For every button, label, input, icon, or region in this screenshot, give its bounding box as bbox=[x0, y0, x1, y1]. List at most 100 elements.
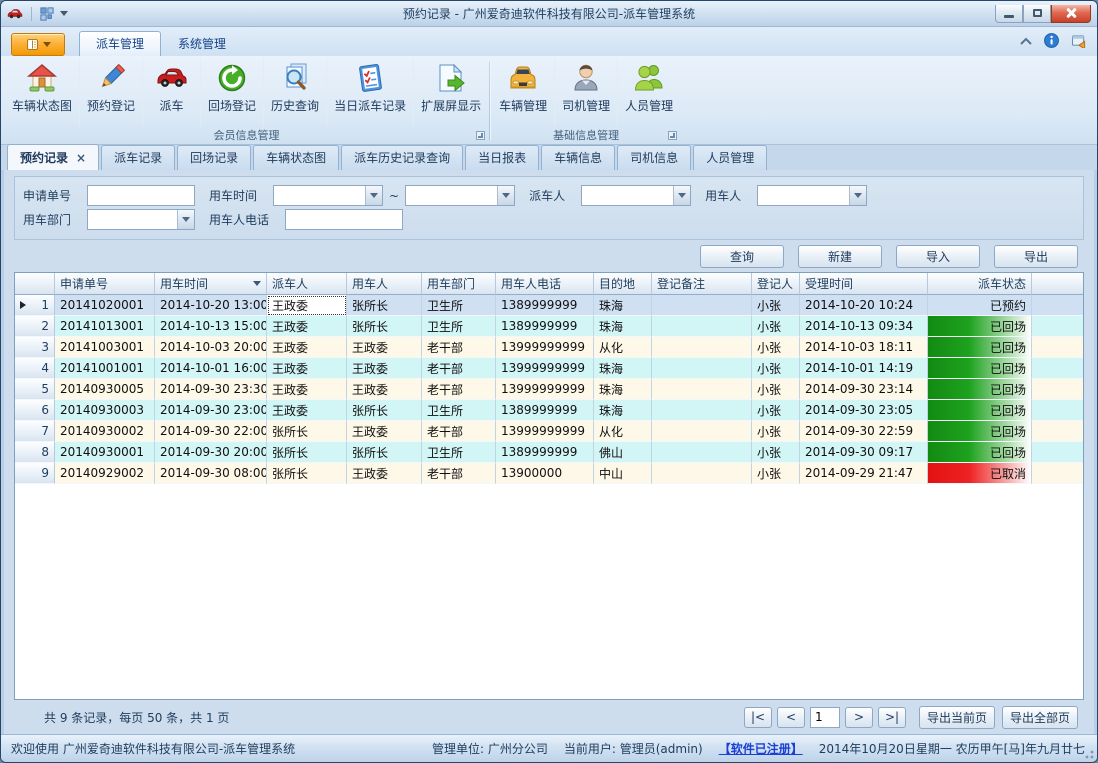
last-page-button[interactable]: >| bbox=[878, 707, 906, 728]
row-number-cell[interactable]: 3 bbox=[15, 337, 55, 358]
column-header-dept[interactable]: 用车部门 bbox=[422, 273, 496, 295]
table-cell-apply_no[interactable]: 20140930005 bbox=[55, 379, 155, 400]
tab-vehicle-status-map[interactable]: 车辆状态图 bbox=[253, 145, 339, 170]
use-time-to-combo[interactable] bbox=[405, 185, 515, 206]
dispatcher-combo[interactable] bbox=[581, 185, 691, 206]
row-number-cell[interactable]: 6 bbox=[15, 400, 55, 421]
vehicle-management-button[interactable]: 车辆管理 bbox=[492, 58, 555, 126]
table-cell-user[interactable]: 张所长 bbox=[347, 295, 422, 316]
table-cell-status[interactable]: 已回场 bbox=[928, 316, 1032, 337]
table-cell-registrar[interactable]: 小张 bbox=[752, 442, 800, 463]
table-cell-user[interactable]: 张所长 bbox=[347, 400, 422, 421]
table-cell-dispatcher[interactable]: 王政委 bbox=[267, 379, 347, 400]
table-cell-apply_no[interactable]: 20141013001 bbox=[55, 316, 155, 337]
table-cell-dest[interactable]: 珠海 bbox=[594, 295, 652, 316]
column-header-remark[interactable]: 登记备注 bbox=[652, 273, 752, 295]
vehicle-status-map-button[interactable]: 车辆状态图 bbox=[5, 58, 80, 126]
combo-button[interactable] bbox=[497, 186, 514, 205]
row-number-cell[interactable]: 9 bbox=[15, 463, 55, 484]
combo-button[interactable] bbox=[365, 186, 382, 205]
table-cell-phone[interactable]: 13999999999 bbox=[496, 421, 594, 442]
column-header-registrar[interactable]: 登记人 bbox=[752, 273, 800, 295]
table-cell-use_time[interactable]: 2014-09-30 20:00 bbox=[155, 442, 267, 463]
phone-input[interactable] bbox=[285, 209, 403, 230]
ribbon-tab-dispatch-management[interactable]: 派车管理 bbox=[79, 31, 161, 56]
table-cell-dest[interactable]: 珠海 bbox=[594, 400, 652, 421]
table-cell-apply_no[interactable]: 20140929002 bbox=[55, 463, 155, 484]
table-cell-use_time[interactable]: 2014-10-20 13:00 bbox=[155, 295, 267, 316]
table-cell-dispatcher[interactable]: 王政委 bbox=[267, 400, 347, 421]
combo-button[interactable] bbox=[177, 210, 194, 229]
table-cell-remark[interactable] bbox=[652, 463, 752, 484]
ribbon-tab-system-management[interactable]: 系统管理 bbox=[161, 31, 243, 56]
maximize-button[interactable] bbox=[1023, 5, 1051, 23]
table-cell-use_time[interactable]: 2014-10-03 20:00 bbox=[155, 337, 267, 358]
license-link[interactable]: 【软件已注册】 bbox=[719, 740, 803, 757]
table-cell-accept_time[interactable]: 2014-09-29 21:47 bbox=[800, 463, 928, 484]
minimize-button[interactable] bbox=[995, 5, 1023, 23]
column-header-phone[interactable]: 用车人电话 bbox=[496, 273, 594, 295]
table-cell-apply_no[interactable]: 20140930002 bbox=[55, 421, 155, 442]
table-cell-phone[interactable]: 1389999999 bbox=[496, 442, 594, 463]
tab-dispatch-records[interactable]: 派车记录 bbox=[101, 145, 175, 170]
table-cell-user[interactable]: 张所长 bbox=[347, 442, 422, 463]
table-cell-apply_no[interactable]: 20141020001 bbox=[55, 295, 155, 316]
table-cell-registrar[interactable]: 小张 bbox=[752, 400, 800, 421]
column-header-dest[interactable]: 目的地 bbox=[594, 273, 652, 295]
table-cell-remark[interactable] bbox=[652, 295, 752, 316]
table-cell-accept_time[interactable]: 2014-09-30 09:17 bbox=[800, 442, 928, 463]
return-register-button[interactable]: 回场登记 bbox=[201, 58, 264, 126]
table-cell-remark[interactable] bbox=[652, 379, 752, 400]
column-header-status[interactable]: 派车状态 bbox=[928, 273, 1032, 295]
table-cell-use_time[interactable]: 2014-09-30 23:00 bbox=[155, 400, 267, 421]
tab-return-records[interactable]: 回场记录 bbox=[177, 145, 251, 170]
sort-desc-icon[interactable] bbox=[253, 281, 261, 286]
info-icon[interactable] bbox=[1044, 33, 1059, 48]
table-row[interactable]: 1201410200012014-10-20 13:00王政委张所长卫生所138… bbox=[15, 295, 1083, 316]
combo-button[interactable] bbox=[849, 186, 866, 205]
column-header-accept_time[interactable]: 受理时间 bbox=[800, 273, 928, 295]
table-cell-phone[interactable]: 1389999999 bbox=[496, 295, 594, 316]
table-cell-accept_time[interactable]: 2014-10-20 10:24 bbox=[800, 295, 928, 316]
table-cell-dispatcher[interactable]: 张所长 bbox=[267, 463, 347, 484]
table-cell-remark[interactable] bbox=[652, 400, 752, 421]
table-cell-registrar[interactable]: 小张 bbox=[752, 463, 800, 484]
row-number-cell[interactable]: 8 bbox=[15, 442, 55, 463]
table-cell-apply_no[interactable]: 20140930001 bbox=[55, 442, 155, 463]
table-cell-registrar[interactable]: 小张 bbox=[752, 337, 800, 358]
table-cell-dept[interactable]: 老干部 bbox=[422, 421, 496, 442]
table-cell-dest[interactable]: 珠海 bbox=[594, 316, 652, 337]
table-cell-dept[interactable]: 老干部 bbox=[422, 337, 496, 358]
tab-personnel-management[interactable]: 人员管理 bbox=[693, 145, 767, 170]
table-cell-user[interactable]: 王政委 bbox=[347, 421, 422, 442]
collapse-ribbon-icon[interactable] bbox=[1020, 37, 1032, 45]
table-cell-dispatcher[interactable]: 张所长 bbox=[267, 421, 347, 442]
prev-page-button[interactable]: < bbox=[777, 707, 805, 728]
table-cell-user[interactable]: 王政委 bbox=[347, 358, 422, 379]
column-header-user[interactable]: 用车人 bbox=[347, 273, 422, 295]
table-cell-status[interactable]: 已回场 bbox=[928, 421, 1032, 442]
history-query-button[interactable]: 历史查询 bbox=[264, 58, 327, 126]
dropdown-arrow-icon[interactable] bbox=[60, 11, 68, 16]
table-cell-dest[interactable]: 中山 bbox=[594, 463, 652, 484]
row-number-cell[interactable]: 2 bbox=[15, 316, 55, 337]
table-cell-phone[interactable]: 13999999999 bbox=[496, 379, 594, 400]
table-cell-status[interactable]: 已回场 bbox=[928, 400, 1032, 421]
row-number-cell[interactable]: 5 bbox=[15, 379, 55, 400]
table-row[interactable]: 3201410030012014-10-03 20:00王政委王政委老干部139… bbox=[15, 337, 1083, 358]
user-combo[interactable] bbox=[757, 185, 867, 206]
table-cell-accept_time[interactable]: 2014-10-03 18:11 bbox=[800, 337, 928, 358]
table-cell-user[interactable]: 张所长 bbox=[347, 316, 422, 337]
table-cell-registrar[interactable]: 小张 bbox=[752, 295, 800, 316]
table-cell-registrar[interactable]: 小张 bbox=[752, 358, 800, 379]
table-cell-dept[interactable]: 卫生所 bbox=[422, 400, 496, 421]
table-cell-registrar[interactable]: 小张 bbox=[752, 379, 800, 400]
table-row[interactable]: 6201409300032014-09-30 23:00王政委张所长卫生所138… bbox=[15, 400, 1083, 421]
dialog-launcher-icon[interactable] bbox=[668, 131, 677, 140]
table-cell-dept[interactable]: 老干部 bbox=[422, 463, 496, 484]
table-row[interactable]: 9201409290022014-09-30 08:00张所长王政委老干部139… bbox=[15, 463, 1083, 484]
layout-grid-icon[interactable] bbox=[40, 7, 54, 21]
next-page-button[interactable]: > bbox=[845, 707, 873, 728]
row-number-cell[interactable]: 1 bbox=[15, 295, 55, 316]
table-cell-remark[interactable] bbox=[652, 316, 752, 337]
